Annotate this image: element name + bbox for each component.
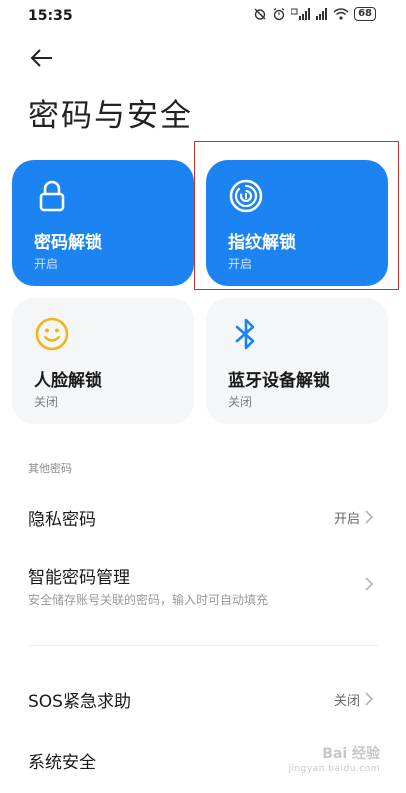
back-arrow-icon [30, 49, 52, 67]
tile-face-unlock[interactable]: 人脸解锁 关闭 [12, 298, 194, 424]
row-title: SOS紧急求助 [28, 692, 131, 712]
watermark-url: jingyan.baidu.com [288, 764, 380, 774]
lock-icon [39, 180, 65, 212]
status-icons: 68 [253, 7, 376, 21]
alarm-icon [273, 8, 285, 21]
tile-password-unlock[interactable]: 密码解锁 开启 [12, 160, 194, 286]
tile-label: 人脸解锁 [34, 371, 102, 391]
back-button[interactable] [26, 42, 58, 74]
alarm-off-icon [254, 8, 266, 20]
row-value: 开启 [333, 512, 360, 527]
tile-label: 蓝牙设备解锁 [228, 371, 330, 391]
tile-status: 关闭 [228, 395, 253, 409]
bluetooth-icon [235, 318, 255, 350]
tile-status: 关闭 [34, 395, 59, 409]
chevron-right-icon [365, 510, 374, 524]
tile-label: 密码解锁 [34, 233, 102, 253]
signal-icon [316, 8, 328, 20]
battery-indicator: 68 [354, 7, 376, 21]
status-bar: 15:35 68 [0, 0, 406, 34]
row-title: 系统安全 [28, 753, 96, 773]
status-time: 15:35 [28, 8, 73, 24]
baidu-watermark: Bai 经验 jingyan.baidu.com [288, 747, 380, 777]
highlight-annotation-box [194, 141, 399, 290]
signal-hd-icon [291, 8, 311, 20]
page-title: 密码与安全 [28, 98, 193, 134]
tile-bluetooth-unlock[interactable]: 蓝牙设备解锁 关闭 [206, 298, 388, 424]
row-title: 隐私密码 [28, 510, 96, 530]
wifi-icon [333, 8, 349, 20]
divider [28, 645, 378, 646]
section-header-other-passwords: 其他密码 [28, 462, 72, 475]
row-value: 关闭 [333, 694, 360, 709]
smiley-face-icon [35, 317, 69, 351]
row-smart-password-manager[interactable]: 智能密码管理 安全储存账号关联的密码，输入时可自动填充 [0, 553, 406, 619]
row-privacy-password[interactable]: 隐私密码 开启 [0, 493, 406, 543]
chevron-right-icon [365, 692, 374, 706]
row-sos-emergency[interactable]: SOS紧急求助 关闭 [0, 675, 406, 725]
chevron-right-icon [365, 577, 374, 591]
watermark-text: Bai 经验 [322, 746, 380, 762]
tile-status: 开启 [34, 257, 59, 271]
row-subtitle: 安全储存账号关联的密码，输入时可自动填充 [28, 593, 269, 607]
row-title: 智能密码管理 [28, 568, 130, 588]
